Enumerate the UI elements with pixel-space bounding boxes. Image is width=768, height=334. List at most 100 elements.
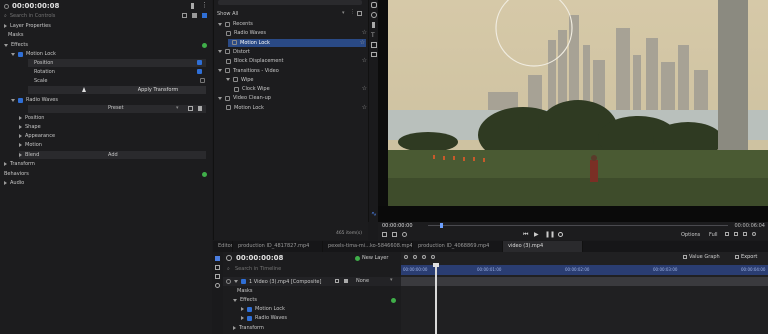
- collapsed-arrow-icon[interactable]: [19, 134, 22, 138]
- timeline-effects-row[interactable]: Effects: [223, 296, 401, 304]
- playhead[interactable]: [435, 264, 437, 334]
- blend-dropdown[interactable]: Add: [108, 152, 118, 158]
- timeline-search-input[interactable]: [235, 266, 375, 272]
- view-icon[interactable]: [734, 232, 738, 236]
- favorite-star-icon[interactable]: ☆: [362, 29, 367, 36]
- layer-properties-row[interactable]: Layer Properties: [0, 22, 212, 30]
- filter-icon[interactable]: [182, 13, 187, 18]
- add-effect-icon[interactable]: [391, 298, 396, 303]
- expanded-arrow-icon[interactable]: [11, 52, 15, 56]
- select-tool-icon[interactable]: [215, 256, 220, 261]
- expanded-arrow-icon[interactable]: [218, 50, 222, 54]
- effects-row[interactable]: Effects: [0, 41, 212, 49]
- magnet-icon[interactable]: [215, 265, 220, 270]
- blend-row[interactable]: Blend Add: [19, 151, 206, 159]
- expanded-arrow-icon[interactable]: [234, 280, 238, 283]
- keyframe-tool-icon[interactable]: [431, 255, 435, 259]
- library-item[interactable]: Radio Waves ☆: [214, 29, 368, 37]
- overlay-icon[interactable]: [743, 232, 747, 236]
- grid-icon[interactable]: [725, 232, 729, 236]
- collapsed-arrow-icon[interactable]: [4, 162, 7, 166]
- keyframe-prev-icon[interactable]: [404, 255, 408, 259]
- rect-tool-icon[interactable]: [371, 52, 377, 57]
- add-behavior-icon[interactable]: [202, 172, 207, 177]
- link-icon[interactable]: [335, 279, 339, 283]
- grid-view-icon[interactable]: [202, 13, 207, 18]
- masks-row[interactable]: Masks: [0, 31, 212, 39]
- radio-waves-checkbox[interactable]: [18, 97, 23, 103]
- chevron-down-icon[interactable]: ▾: [342, 10, 345, 16]
- list-view-icon[interactable]: [192, 13, 197, 18]
- add-effect-icon[interactable]: [202, 43, 207, 48]
- layer-checkbox[interactable]: [241, 279, 246, 284]
- collapsed-arrow-icon[interactable]: [19, 143, 22, 147]
- controls-search-input[interactable]: [9, 13, 160, 19]
- more-icon[interactable]: ⋮: [350, 9, 355, 15]
- tab[interactable]: pexels-tima-mi...ko-5846608.mp4: [323, 241, 413, 252]
- tab[interactable]: video (3).mp4: [503, 241, 583, 252]
- library-item[interactable]: Wipe: [214, 76, 368, 84]
- shape-row[interactable]: Shape: [0, 123, 212, 131]
- crop-icon[interactable]: [392, 232, 397, 237]
- blend-mode-dropdown[interactable]: None: [356, 278, 369, 284]
- link-icon[interactable]: [215, 283, 220, 288]
- scale-checkbox[interactable]: [200, 78, 205, 83]
- eye-icon[interactable]: [226, 279, 231, 284]
- library-item[interactable]: Video Clean-up: [214, 94, 368, 102]
- rw-position-row[interactable]: Position: [0, 114, 212, 122]
- dropper-icon[interactable]: [371, 12, 377, 18]
- chevron-down-icon[interactable]: ▾: [390, 277, 393, 283]
- motion-lock-row[interactable]: Motion Lock: [0, 50, 212, 58]
- export-button[interactable]: Export: [735, 254, 757, 260]
- preset-dropdown[interactable]: Preset: [108, 105, 124, 111]
- collapsed-arrow-icon[interactable]: [19, 125, 22, 129]
- chevron-down-icon[interactable]: ▾: [176, 105, 179, 111]
- library-item[interactable]: Clock Wipe ☆: [214, 85, 368, 93]
- grid-icon[interactable]: [357, 11, 362, 16]
- transform-icon[interactable]: [402, 232, 407, 237]
- tab[interactable]: production ID_4817827.mp4: [233, 241, 323, 252]
- expanded-arrow-icon[interactable]: [226, 78, 230, 82]
- motion-lock-checkbox[interactable]: [18, 51, 23, 57]
- radio-waves-checkbox[interactable]: [247, 315, 252, 321]
- clock-icon[interactable]: [4, 3, 9, 9]
- lock-icon[interactable]: [344, 279, 348, 283]
- playhead-handle[interactable]: [433, 263, 439, 267]
- timeline-ruler[interactable]: 00:00:00:00 00:00:01:00 00:00:02:00 00:00:0…: [401, 265, 768, 275]
- timeline-layer-row[interactable]: 1 Video (3).mp4 [Composite] None ▾: [223, 277, 401, 286]
- video-frame[interactable]: [388, 0, 768, 206]
- tab[interactable]: production ID_4068869.mp4: [413, 241, 503, 252]
- keyframe-next-icon[interactable]: [422, 255, 426, 259]
- keyframe-add-icon[interactable]: [413, 255, 417, 259]
- settings-icon[interactable]: [752, 232, 756, 236]
- options-dropdown[interactable]: Options: [681, 232, 700, 238]
- zoom-dropdown[interactable]: Full: [709, 232, 718, 238]
- show-all-dropdown[interactable]: Show All: [217, 11, 238, 17]
- behaviors-row[interactable]: Behaviors: [0, 170, 212, 178]
- expanded-arrow-icon[interactable]: [218, 96, 222, 100]
- expanded-arrow-icon[interactable]: [11, 98, 15, 102]
- motion-lock-checkbox[interactable]: [247, 306, 252, 312]
- layer-track[interactable]: [401, 277, 768, 286]
- scrubber-handle[interactable]: [440, 223, 443, 228]
- library-item[interactable]: Block Displacement ☆: [214, 57, 368, 65]
- scale-row[interactable]: Scale: [28, 77, 206, 85]
- timeline-motion-lock-row[interactable]: Motion Lock: [223, 305, 401, 313]
- text-tool-icon[interactable]: T: [371, 32, 375, 39]
- favorite-star-icon[interactable]: ☆: [360, 39, 365, 46]
- scrubber[interactable]: [428, 225, 728, 226]
- collapsed-arrow-icon[interactable]: [233, 326, 236, 330]
- position-row[interactable]: Position: [28, 59, 206, 67]
- play-icon[interactable]: ▶: [534, 231, 539, 238]
- timeline-masks-row[interactable]: Masks: [223, 287, 401, 295]
- hand-icon[interactable]: [371, 2, 377, 8]
- position-checkbox[interactable]: [197, 60, 202, 65]
- pause-icon[interactable]: ❚❚: [545, 231, 555, 238]
- wave-icon[interactable]: ∿: [371, 210, 377, 218]
- library-item[interactable]: Distort: [214, 48, 368, 56]
- transform-row[interactable]: Transform: [0, 160, 212, 168]
- loop-icon[interactable]: [558, 232, 563, 237]
- fit-icon[interactable]: [382, 232, 387, 237]
- collapsed-arrow-icon[interactable]: [4, 24, 7, 28]
- library-search[interactable]: [218, 0, 362, 5]
